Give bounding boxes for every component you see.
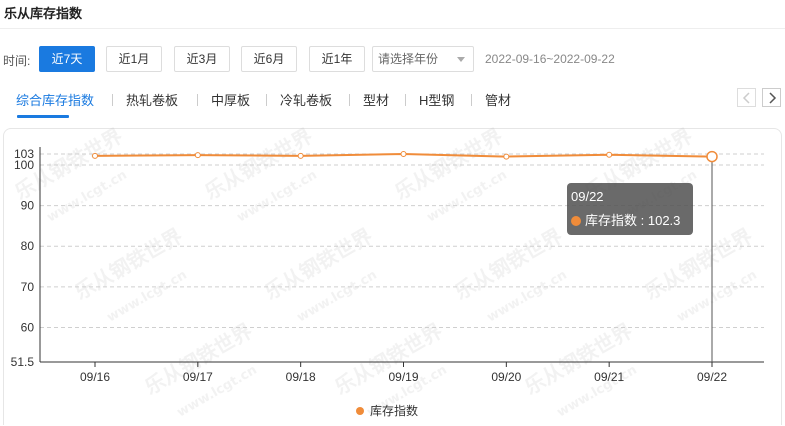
- tooltip-value: 102.3: [647, 213, 681, 228]
- y-tick-label: 60: [21, 320, 35, 334]
- x-tick-label: 09/21: [594, 370, 624, 384]
- x-tick-label: 09/16: [80, 370, 110, 384]
- y-tick-label: 51.5: [11, 355, 35, 369]
- x-tick-label: 09/19: [388, 370, 418, 384]
- x-tick-label: 09/20: [491, 370, 521, 384]
- tooltip-date: 09/22: [571, 189, 604, 204]
- series-point: [503, 153, 510, 160]
- tooltip-series-name: 库存指数: [585, 213, 638, 228]
- x-tick-label: 09/18: [286, 370, 316, 384]
- chart-legend[interactable]: 库存指数: [356, 402, 418, 419]
- series-point: [297, 152, 304, 159]
- y-tick-label: 80: [21, 239, 35, 253]
- watermark-layer: 乐从钢铁世界www.lcgt.cn 乐从钢铁世界www.lcgt.cn 乐从钢铁世界…: [11, 124, 760, 421]
- legend-label: 库存指数: [370, 404, 419, 418]
- y-tick-label: 90: [21, 199, 35, 213]
- x-tick-label: 09/22: [697, 370, 727, 384]
- x-tick-label: 09/17: [183, 370, 213, 384]
- series-point: [400, 151, 407, 157]
- series-point: [706, 150, 718, 163]
- legend-marker: [356, 407, 364, 415]
- y-tick-label: 70: [21, 280, 35, 294]
- tooltip-series-dot: [571, 216, 581, 226]
- chart-tooltip: 09/22 库存指数 : 102.3: [567, 183, 693, 235]
- y-tick-label: 103: [14, 147, 34, 161]
- series-point: [606, 151, 613, 158]
- series-point: [92, 152, 98, 159]
- series-point: [194, 152, 201, 159]
